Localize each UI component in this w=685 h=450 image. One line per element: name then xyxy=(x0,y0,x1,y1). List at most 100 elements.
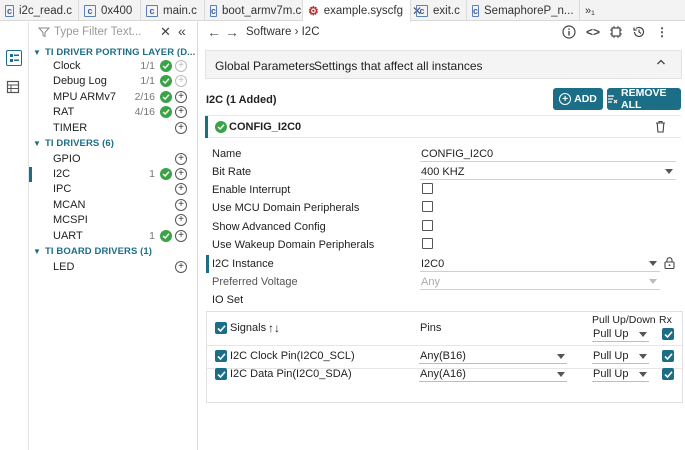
tree-item-label: MCSPI xyxy=(53,214,88,226)
tab-0x400[interactable]: c 0x400 xyxy=(79,0,141,21)
pins-header: Pins xyxy=(420,322,442,334)
caret-down-icon: ▼ xyxy=(33,246,42,256)
tree-item-mpu-armv7[interactable]: MPU ARMv7 2/16 + xyxy=(29,90,197,105)
preferred-voltage-select[interactable]: Any xyxy=(420,273,660,290)
tree-item-count: 2/16 xyxy=(134,91,155,103)
back-arrow-icon[interactable]: ← xyxy=(207,24,221,40)
pull-select-sda[interactable]: Pull Up xyxy=(592,367,649,382)
tab-semaphorep[interactable]: c SemaphoreP_n... xyxy=(467,0,580,21)
add-circle-icon[interactable]: + xyxy=(175,106,187,118)
config-row-mcu-domain: Use MCU Domain Peripherals xyxy=(206,199,676,217)
config-row-bit-rate: Bit Rate 400 KHZ xyxy=(206,163,676,181)
use-mcu-domain-checkbox[interactable] xyxy=(422,201,433,212)
i2c-instance-select[interactable]: I2C0 xyxy=(420,255,660,272)
code-view-icon[interactable]: <> xyxy=(586,25,600,39)
pull-all-select[interactable]: Pull Up xyxy=(592,327,649,342)
device-view-icon[interactable] xyxy=(609,25,623,39)
add-circle-icon[interactable]: + xyxy=(175,183,187,195)
config-label: Name xyxy=(212,148,242,160)
rx-all-checkbox[interactable] xyxy=(662,328,674,340)
info-icon[interactable] xyxy=(562,25,576,39)
check-circle-icon xyxy=(160,75,172,87)
more-tabs-button[interactable]: »₁ xyxy=(580,0,601,21)
collapse-panel-icon[interactable]: « xyxy=(178,23,186,39)
group-ti-driver-porting-layer[interactable]: ▼ TI DRIVER PORTING LAYER (D... xyxy=(33,45,195,59)
trash-icon[interactable] xyxy=(655,120,666,136)
use-wakeup-domain-checkbox[interactable] xyxy=(422,238,433,249)
forward-arrow-icon[interactable]: → xyxy=(225,24,239,40)
add-circle-icon[interactable]: + xyxy=(175,60,187,72)
config-label: Enable Interrupt xyxy=(212,184,291,196)
name-field[interactable]: CONFIG_I2C0 xyxy=(420,145,676,162)
tab-exit-c[interactable]: c exit.c xyxy=(411,0,467,21)
tree-item-rat[interactable]: RAT 4/16 + xyxy=(29,105,197,120)
pin-select-scl[interactable]: Any(B16) xyxy=(419,349,567,364)
dropdown-arrow-icon xyxy=(639,332,647,337)
software-view-icon[interactable] xyxy=(6,50,22,66)
dropdown-arrow-icon xyxy=(557,372,565,377)
chevron-up-icon[interactable] xyxy=(656,56,666,70)
add-circle-icon[interactable]: + xyxy=(175,261,187,273)
tree-item-mcspi[interactable]: MCSPI + xyxy=(29,213,197,228)
signal-checkbox-sda[interactable] xyxy=(215,368,227,380)
add-circle-icon[interactable]: + xyxy=(175,199,187,211)
add-circle-icon[interactable]: + xyxy=(175,91,187,103)
tab-i2c-read[interactable]: c i2c_read.c xyxy=(0,0,79,21)
hardware-view-icon[interactable] xyxy=(6,80,22,96)
add-circle-icon[interactable]: + xyxy=(175,214,187,226)
clear-filter-icon[interactable]: ✕ xyxy=(160,24,171,40)
tree-item-label: RAT xyxy=(53,106,75,118)
tab-main-c[interactable]: c main.c xyxy=(141,0,205,21)
tab-boot-armv7m[interactable]: c boot_armv7m.c xyxy=(205,0,303,21)
bit-rate-select[interactable]: 400 KHZ xyxy=(420,163,676,180)
filter-input[interactable] xyxy=(54,24,154,40)
tree-item-debug-log[interactable]: Debug Log 1/1 + xyxy=(29,74,197,89)
group-label: TI DRIVERS (6) xyxy=(45,137,114,149)
group-ti-drivers[interactable]: ▼ TI DRIVERS (6) xyxy=(33,136,114,150)
pin-select-sda[interactable]: Any(A16) xyxy=(419,367,567,382)
tree-item-uart[interactable]: UART 1 + xyxy=(29,229,197,244)
add-circle-icon[interactable]: + xyxy=(175,168,187,180)
instance-header[interactable]: CONFIG_I2C0 xyxy=(205,115,681,138)
check-circle-icon xyxy=(160,230,172,242)
history-icon[interactable] xyxy=(632,25,646,39)
config-row-io-set: IO Set xyxy=(206,291,676,309)
breadcrumb[interactable]: Software › I2C xyxy=(246,26,320,38)
tree-item-ipc[interactable]: IPC + xyxy=(29,182,197,197)
signals-table: Signals ↑↓ Pins Pull Up/Down Rx Pull Up … xyxy=(206,311,683,403)
show-advanced-checkbox[interactable] xyxy=(422,220,433,231)
selection-indicator xyxy=(29,167,32,182)
tree-item-mcan[interactable]: MCAN + xyxy=(29,198,197,213)
remove-all-button[interactable]: REMOVE ALL xyxy=(607,87,681,111)
pin-value: Any(A16) xyxy=(420,368,466,380)
tree-item-label: LED xyxy=(53,261,75,273)
sort-icon[interactable]: ↑↓ xyxy=(268,321,280,335)
add-circle-icon[interactable]: + xyxy=(175,75,187,87)
rx-checkbox-scl[interactable] xyxy=(662,350,674,362)
tree-item-clock[interactable]: Clock 1/1 + xyxy=(29,59,197,74)
group-ti-board-drivers[interactable]: ▼ TI BOARD DRIVERS (1) xyxy=(33,244,152,258)
lock-icon[interactable] xyxy=(664,257,675,272)
tree-item-led[interactable]: LED + xyxy=(29,260,197,275)
signal-name: I2C Data Pin(I2C0_SDA) xyxy=(230,368,352,380)
signals-select-all-checkbox[interactable] xyxy=(215,322,227,334)
signal-checkbox-scl[interactable] xyxy=(215,350,227,362)
tab-example-syscfg[interactable]: ⚙ example.syscfg ✕ xyxy=(303,0,422,22)
rx-checkbox-sda[interactable] xyxy=(662,368,674,380)
tree-item-i2c[interactable]: I2C 1 + xyxy=(29,167,197,182)
tree-item-gpio[interactable]: GPIO + xyxy=(29,152,197,167)
tree-item-label: UART xyxy=(53,230,83,242)
dropdown-arrow-icon xyxy=(649,279,657,284)
pull-select-scl[interactable]: Pull Up xyxy=(592,349,649,364)
config-row-wakeup-domain: Use Wakeup Domain Peripherals xyxy=(206,236,676,254)
add-circle-icon[interactable]: + xyxy=(175,153,187,165)
more-options-icon[interactable]: ⋮ xyxy=(655,25,669,39)
global-parameters-panel[interactable]: Global Parameters Settings that affect a… xyxy=(205,50,682,79)
tab-label: i2c_read.c xyxy=(18,4,72,17)
enable-interrupt-checkbox[interactable] xyxy=(422,183,433,194)
add-circle-icon[interactable]: + xyxy=(175,122,187,134)
tree-item-timer[interactable]: TIMER + xyxy=(29,121,197,136)
add-circle-icon[interactable]: + xyxy=(175,230,187,242)
add-button[interactable]: + ADD xyxy=(553,88,603,110)
c-file-icon: c xyxy=(210,4,218,17)
